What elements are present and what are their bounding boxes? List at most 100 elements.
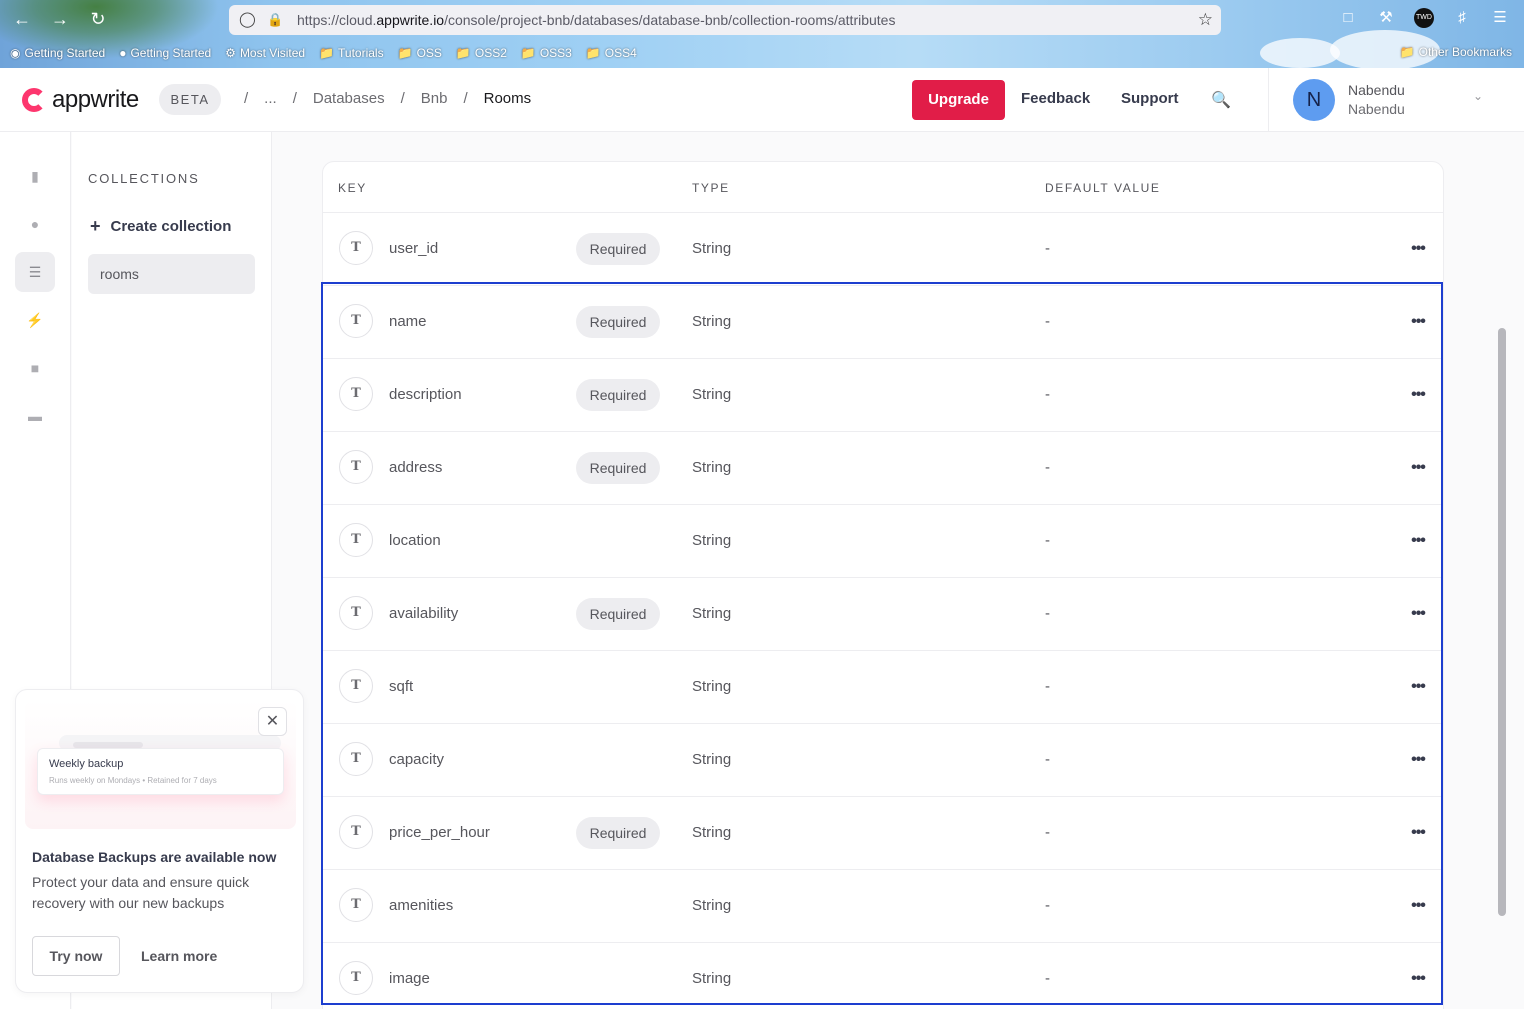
- forward-arrow-icon[interactable]: →: [50, 8, 70, 30]
- user-menu[interactable]: N Nabendu Nabendu ⌄: [1268, 68, 1508, 131]
- table-row[interactable]: Tdescription Required String - •••: [323, 359, 1443, 432]
- bookmark-folder[interactable]: 📁 OSS4: [586, 46, 637, 60]
- attribute-key: location: [389, 532, 441, 549]
- pocket-icon[interactable]: □: [1338, 8, 1358, 28]
- bookmark-item[interactable]: ⚙ Most Visited: [225, 46, 305, 60]
- table-row[interactable]: Timage String - •••: [323, 943, 1443, 1009]
- bookmark-item[interactable]: ● Getting Started: [119, 46, 211, 60]
- text-type-icon: T: [339, 888, 373, 922]
- support-button[interactable]: Support: [1121, 90, 1179, 107]
- attribute-type: String: [692, 824, 732, 841]
- other-bookmarks[interactable]: 📁 Other Bookmarks: [1400, 45, 1512, 59]
- text-type-icon: T: [339, 742, 373, 776]
- bookmark-item[interactable]: ◉ Getting Started: [10, 46, 105, 60]
- text-type-icon: T: [339, 961, 373, 995]
- more-options-icon[interactable]: •••: [1401, 456, 1435, 480]
- breadcrumb-current: Rooms: [483, 90, 532, 107]
- more-options-icon[interactable]: •••: [1401, 383, 1435, 407]
- attribute-default: -: [1045, 313, 1050, 330]
- back-arrow-icon[interactable]: ←: [12, 8, 32, 30]
- required-badge: Required: [576, 306, 660, 338]
- url-text[interactable]: https://cloud.appwrite.io/console/projec…: [297, 12, 895, 28]
- breadcrumb: / ... / Databases / Bnb / Rooms: [244, 90, 531, 107]
- reload-icon[interactable]: ↻: [88, 8, 108, 30]
- table-row[interactable]: Tuser_id Required String - •••: [323, 213, 1443, 286]
- table-row[interactable]: Taddress Required String - •••: [323, 432, 1443, 505]
- wrench-icon[interactable]: ⚒: [1376, 8, 1396, 28]
- menu-icon[interactable]: ☰: [1490, 8, 1510, 28]
- table-row[interactable]: Tlocation String - •••: [323, 505, 1443, 578]
- table-row[interactable]: Tsqft String - •••: [323, 651, 1443, 724]
- column-header-default: DEFAULT VALUE: [1045, 181, 1161, 195]
- search-icon[interactable]: 🔍: [1211, 90, 1231, 110]
- try-now-button[interactable]: Try now: [32, 936, 120, 976]
- feedback-button[interactable]: Feedback: [1021, 90, 1090, 107]
- table-row[interactable]: Tamenities String - •••: [323, 870, 1443, 943]
- attribute-default: -: [1045, 386, 1050, 403]
- more-options-icon[interactable]: •••: [1401, 602, 1435, 626]
- avatar[interactable]: N: [1293, 79, 1335, 121]
- table-row[interactable]: Tprice_per_hour Required String - •••: [323, 797, 1443, 870]
- breadcrumb-separator: /: [463, 90, 468, 107]
- scrollbar[interactable]: [1495, 132, 1509, 1009]
- close-icon[interactable]: ✕: [258, 707, 287, 736]
- table-row[interactable]: Tname Required String - •••: [323, 286, 1443, 359]
- attribute-type: String: [692, 678, 732, 695]
- collections-title: COLLECTIONS: [88, 171, 200, 186]
- bookmark-folder[interactable]: 📁 OSS: [398, 46, 442, 60]
- more-options-icon[interactable]: •••: [1401, 967, 1435, 991]
- learn-more-link[interactable]: Learn more: [141, 948, 217, 964]
- more-options-icon[interactable]: •••: [1401, 237, 1435, 261]
- storage-folder-icon[interactable]: ▬: [15, 396, 55, 436]
- more-options-icon[interactable]: •••: [1401, 675, 1435, 699]
- backup-promo-card: Weekly backup Runs weekly on Mondays • R…: [15, 689, 304, 993]
- table-row[interactable]: Tavailability Required String - •••: [323, 578, 1443, 651]
- collection-item-rooms[interactable]: rooms: [88, 254, 255, 294]
- attribute-default: -: [1045, 824, 1050, 841]
- more-options-icon[interactable]: •••: [1401, 821, 1435, 845]
- app-header: appwrite BETA / ... / Databases / Bnb / …: [0, 68, 1524, 132]
- overview-chart-icon[interactable]: ▮: [15, 156, 55, 196]
- more-options-icon[interactable]: •••: [1401, 748, 1435, 772]
- plus-icon: +: [90, 216, 101, 236]
- folder-icon: 📁: [520, 46, 536, 60]
- extensions-icon[interactable]: ♯: [1452, 8, 1472, 28]
- chevron-down-icon[interactable]: ⌄: [1473, 89, 1483, 103]
- breadcrumb-database[interactable]: Bnb: [421, 90, 448, 107]
- illustration-card-title: Weekly backup: [49, 758, 124, 770]
- create-collection-button[interactable]: + Create collection: [90, 216, 231, 237]
- more-options-icon[interactable]: •••: [1401, 310, 1435, 334]
- logo-text: appwrite: [52, 86, 139, 113]
- bookmark-folder[interactable]: 📁 OSS3: [521, 46, 572, 60]
- text-type-icon: T: [339, 231, 373, 265]
- required-badge: Required: [576, 598, 660, 630]
- bookmark-star-icon[interactable]: ☆: [1198, 10, 1213, 30]
- more-options-icon[interactable]: •••: [1401, 529, 1435, 553]
- auth-users-icon[interactable]: ●: [15, 204, 55, 244]
- bookmark-folder[interactable]: 📁 OSS2: [456, 46, 507, 60]
- profile-badge-icon[interactable]: TWD: [1414, 8, 1434, 28]
- databases-icon[interactable]: ☰: [15, 252, 55, 292]
- required-badge: Required: [576, 379, 660, 411]
- gear-icon: ⚙: [225, 46, 236, 60]
- scrollbar-thumb[interactable]: [1498, 328, 1506, 916]
- breadcrumb-databases[interactable]: Databases: [313, 90, 385, 107]
- text-type-icon: T: [339, 523, 373, 557]
- appwrite-logo[interactable]: appwrite: [22, 86, 139, 114]
- table-row[interactable]: Tcapacity String - •••: [323, 724, 1443, 797]
- messaging-icon[interactable]: ■: [15, 348, 55, 388]
- attribute-key: capacity: [389, 751, 445, 768]
- bookmark-folder[interactable]: 📁 Tutorials: [319, 46, 384, 60]
- more-options-icon[interactable]: •••: [1401, 894, 1435, 918]
- attribute-default: -: [1045, 751, 1050, 768]
- attribute-default: -: [1045, 605, 1050, 622]
- text-type-icon: T: [339, 815, 373, 849]
- breadcrumb-ellipsis[interactable]: ...: [264, 90, 277, 107]
- url-bar[interactable]: ◯ 🔒 https://cloud.appwrite.io/console/pr…: [229, 5, 1221, 35]
- lock-icon[interactable]: 🔒: [267, 12, 283, 28]
- attributes-table: KEY TYPE DEFAULT VALUE Tuser_id Required S…: [322, 161, 1444, 1009]
- upgrade-button[interactable]: Upgrade: [912, 80, 1005, 120]
- functions-bolt-icon[interactable]: ⚡: [15, 300, 55, 340]
- promo-title: Database Backups are available now: [32, 849, 277, 865]
- shield-icon[interactable]: ◯: [239, 12, 256, 28]
